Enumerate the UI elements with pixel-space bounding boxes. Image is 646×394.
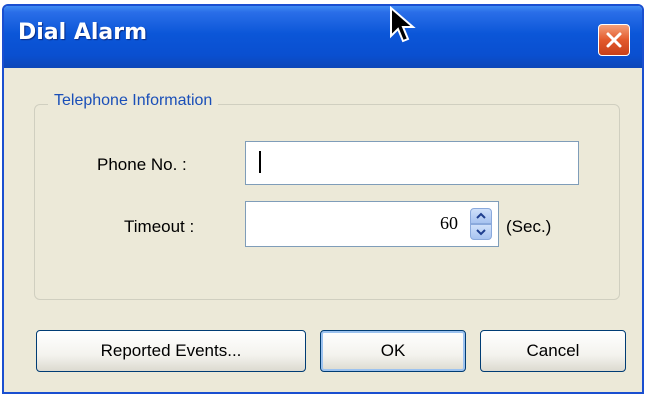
mouse-cursor-icon (390, 6, 416, 43)
chevron-down-icon (476, 229, 486, 236)
phone-label: Phone No. : (97, 155, 187, 174)
window-title: Dial Alarm (18, 20, 148, 45)
close-button[interactable] (598, 24, 630, 56)
chevron-up-icon (476, 212, 486, 219)
title-bar[interactable]: Dial Alarm (4, 6, 642, 68)
ok-button[interactable]: OK (320, 330, 466, 372)
text-caret (259, 151, 261, 173)
dial-alarm-dialog: Dial Alarm Telephone Information Phone N… (2, 4, 644, 394)
timeout-label: Timeout : (124, 217, 195, 236)
spin-up-button[interactable] (470, 208, 492, 224)
spin-down-button[interactable] (470, 224, 492, 240)
phone-input[interactable] (245, 141, 579, 185)
timeout-unit: (Sec.) (506, 217, 552, 236)
close-icon (606, 32, 622, 48)
group-label: Telephone Information (48, 92, 219, 110)
reported-events-button[interactable]: Reported Events... (36, 330, 306, 372)
cancel-button[interactable]: Cancel (480, 330, 626, 372)
timeout-spinner (470, 208, 492, 240)
timeout-field[interactable]: 60 (245, 201, 499, 247)
timeout-value: 60 (440, 213, 458, 233)
